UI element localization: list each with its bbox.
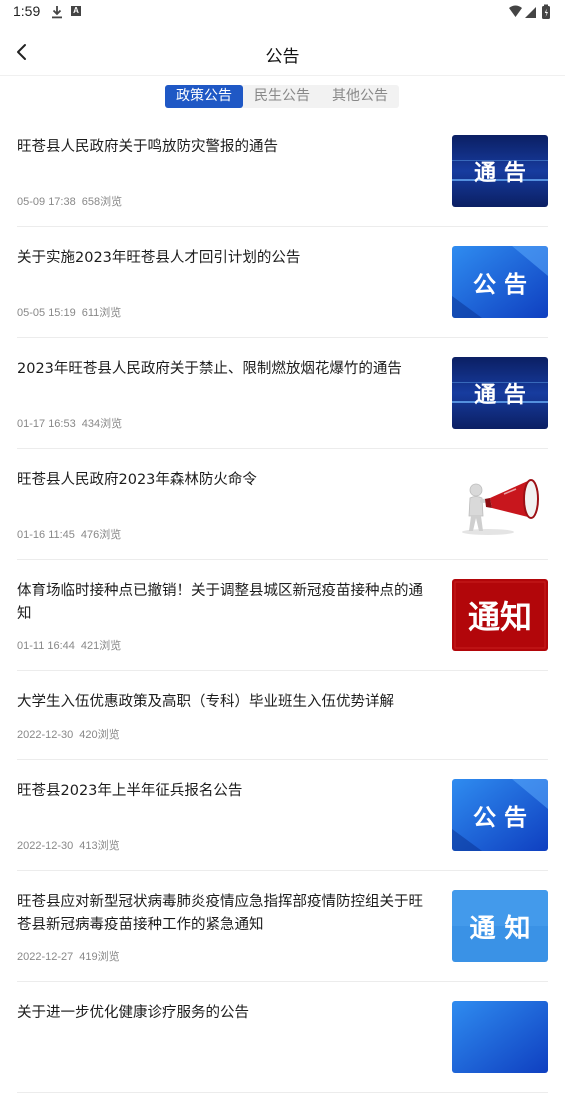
- cell-signal-icon: [525, 7, 536, 18]
- thumbnail-text: 通 知: [469, 913, 531, 944]
- item-title: 旺苍县人民政府关于鸣放防灾警报的通告: [17, 139, 278, 155]
- thumbnail-notice-image[interactable]: 通 告: [452, 357, 548, 429]
- item-meta: 01-11 16:44 421浏览: [17, 637, 121, 653]
- item-title: 关于进一步优化健康诊疗服务的公告: [17, 1005, 249, 1021]
- list-item[interactable]: 关于实施2023年旺苍县人才回引计划的公告 05-05 15:19 611浏览 公…: [17, 227, 548, 338]
- item-title: 旺苍县2023年上半年征兵报名公告: [17, 783, 243, 799]
- item-views: 419浏览: [79, 951, 120, 963]
- item-meta: 01-16 11:45 476浏览: [17, 526, 121, 542]
- tab-policy[interactable]: 政策公告: [165, 85, 243, 108]
- app-header: 公告: [0, 24, 565, 76]
- app-notification-icon: A: [71, 6, 81, 16]
- item-meta: 2022-12-30 413浏览: [17, 837, 120, 853]
- item-meta: 05-05 15:19 611浏览: [17, 304, 121, 320]
- item-date: 05-05 15:19: [17, 307, 76, 319]
- item-meta: 2022-12-27 419浏览: [17, 948, 120, 964]
- item-title: 旺苍县人民政府2023年森林防火命令: [17, 472, 257, 488]
- thumbnail-text: 通 告: [474, 383, 526, 408]
- thumbnail-notice-image[interactable]: [452, 1001, 548, 1073]
- list-item[interactable]: 旺苍县2023年上半年征兵报名公告 2022-12-30 413浏览 公 告: [17, 760, 548, 871]
- tab-other[interactable]: 其他公告: [321, 85, 399, 108]
- thumbnail-text: 公 告: [472, 805, 527, 831]
- item-date: 2022-12-30: [17, 840, 74, 852]
- item-date: 2022-12-30: [17, 729, 74, 741]
- list-item[interactable]: 2023年旺苍县人民政府关于禁止、限制燃放烟花爆竹的通告 01-17 16:53…: [17, 338, 548, 449]
- list-item[interactable]: 旺苍县人民政府2023年森林防火命令 01-16 11:45 476浏览: [17, 449, 548, 560]
- item-views: 421浏览: [80, 640, 122, 652]
- item-meta: 01-17 16:53 434浏览: [17, 415, 122, 431]
- wifi-icon: [509, 5, 522, 17]
- status-bar: 1:59 A: [0, 0, 565, 24]
- signal-battery-icons: [509, 4, 550, 19]
- thumbnail-notice-image[interactable]: 通 告: [452, 135, 548, 207]
- item-meta: 05-09 17:38 658浏览: [17, 193, 122, 209]
- thumbnail-notice-image[interactable]: 通 知: [452, 890, 548, 962]
- category-tabs: 政策公告 民生公告 其他公告: [165, 85, 399, 108]
- status-time: 1:59: [13, 3, 41, 19]
- download-icon: [52, 6, 62, 19]
- item-date: 01-11 16:44: [17, 640, 75, 652]
- page-title: 公告: [265, 47, 300, 67]
- thumbnail-notice-image[interactable]: 公 告: [452, 246, 548, 318]
- list-item[interactable]: 关于进一步优化健康诊疗服务的公告: [17, 982, 548, 1093]
- header-divider: [0, 75, 565, 76]
- item-title: 体育场临时接种点已撤销！关于调整县城区新冠疫苗接种点的通知: [17, 583, 423, 622]
- list-item[interactable]: 旺苍县人民政府关于鸣放防灾警报的通告 05-09 17:38 658浏览 通 告: [17, 116, 548, 227]
- item-meta: 2022-12-30 420浏览: [17, 726, 120, 742]
- item-title: 2023年旺苍县人民政府关于禁止、限制燃放烟花爆竹的通告: [17, 361, 402, 377]
- notice-list: 旺苍县人民政府关于鸣放防灾警报的通告 05-09 17:38 658浏览 通 告 …: [0, 116, 565, 1093]
- item-views: 658浏览: [81, 196, 123, 208]
- thumbnail-notice-image[interactable]: 通知: [452, 579, 548, 651]
- item-title: 关于实施2023年旺苍县人才回引计划的公告: [17, 250, 301, 266]
- thumbnail-text: 通 告: [474, 161, 526, 186]
- item-views: 434浏览: [81, 418, 123, 430]
- list-item[interactable]: 大学生入伍优惠政策及高职（专科）毕业班生入伍优势详解 2022-12-30 420…: [17, 671, 548, 760]
- thumbnail-notice-image[interactable]: 公 告: [452, 779, 548, 851]
- item-date: 01-17 16:53: [17, 418, 76, 430]
- list-item[interactable]: 旺苍县应对新型冠状病毒肺炎疫情应急指挥部疫情防控组关于旺苍县新冠病毒疫苗接种工作…: [17, 871, 548, 982]
- item-date: 2022-12-27: [17, 951, 74, 963]
- item-views: 420浏览: [79, 729, 120, 741]
- item-title: 旺苍县应对新型冠状病毒肺炎疫情应急指挥部疫情防控组关于旺苍县新冠病毒疫苗接种工作…: [17, 894, 423, 933]
- thumbnail-text: 公 告: [472, 272, 527, 298]
- item-date: 01-16 11:45: [17, 529, 75, 541]
- item-views: 611浏览: [81, 307, 122, 319]
- item-views: 413浏览: [79, 840, 120, 852]
- tab-livelihood[interactable]: 民生公告: [243, 85, 321, 108]
- item-views: 476浏览: [80, 529, 122, 541]
- thumbnail-text: 通知: [467, 598, 532, 636]
- list-item[interactable]: 体育场临时接种点已撤销！关于调整县城区新冠疫苗接种点的通知 01-11 16:4…: [17, 560, 548, 671]
- item-date: 05-09 17:38: [17, 196, 76, 208]
- megaphone-image[interactable]: [452, 468, 548, 540]
- item-title: 大学生入伍优惠政策及高职（专科）毕业班生入伍优势详解: [17, 694, 394, 710]
